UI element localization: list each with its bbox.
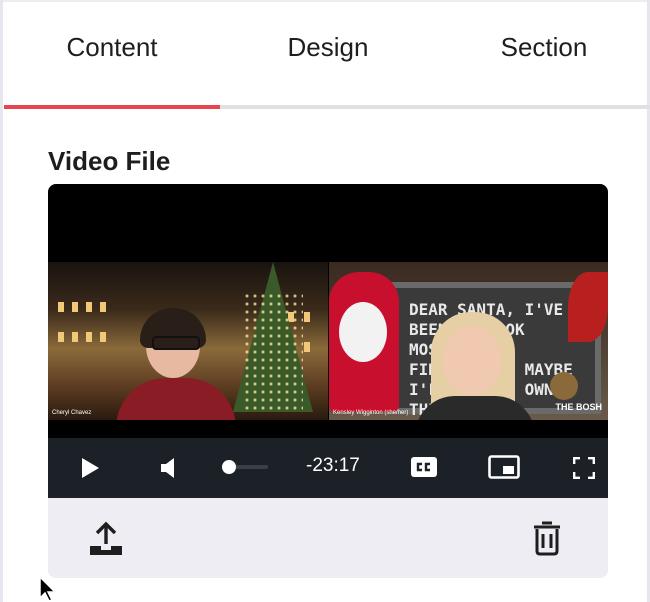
picture-in-picture-button[interactable] bbox=[488, 455, 520, 479]
video-watermark: THE BOSH bbox=[555, 402, 602, 412]
mouse-cursor-icon bbox=[39, 576, 57, 602]
closed-captions-icon bbox=[411, 457, 437, 477]
upload-icon bbox=[90, 521, 122, 555]
video-file-label: Video File bbox=[48, 146, 171, 176]
video-actions-bar bbox=[48, 498, 608, 578]
upload-button[interactable] bbox=[88, 520, 124, 558]
participant-name-right: Kensley Wigginton (she/her) bbox=[333, 410, 409, 416]
video-participant-left: Cheryl Chavez bbox=[48, 262, 328, 420]
fullscreen-button[interactable] bbox=[572, 456, 596, 480]
fullscreen-icon bbox=[573, 457, 595, 479]
tab-active-indicator bbox=[4, 105, 220, 109]
trash-icon bbox=[534, 521, 560, 556]
tab-content[interactable]: Content bbox=[4, 0, 220, 106]
video-player: Cheryl Chavez DEAR SANTA, I'VE BEEN GOOD… bbox=[48, 184, 608, 578]
mute-button[interactable] bbox=[156, 456, 180, 480]
time-remaining: -23:17 bbox=[306, 455, 360, 476]
tab-section[interactable]: Section bbox=[436, 0, 650, 106]
video-frame[interactable]: Cheryl Chavez DEAR SANTA, I'VE BEEN GOOD… bbox=[48, 184, 608, 438]
volume-slider[interactable] bbox=[222, 460, 268, 474]
tab-design[interactable]: Design bbox=[220, 0, 436, 106]
picture-in-picture-icon bbox=[488, 455, 520, 479]
video-participant-right: DEAR SANTA, I'VE BEEN GOOD OK MOSTLY. OK… bbox=[329, 262, 608, 420]
volume-muted-icon bbox=[161, 458, 174, 478]
captions-button[interactable] bbox=[410, 455, 438, 479]
player-controls: -23:17 bbox=[48, 438, 608, 498]
play-icon bbox=[82, 458, 99, 478]
delete-button[interactable] bbox=[532, 520, 562, 556]
participant-name-left: Cheryl Chavez bbox=[52, 410, 92, 416]
tab-bar: Content Design Section bbox=[4, 0, 650, 110]
window-left-border bbox=[0, 0, 3, 602]
play-button[interactable] bbox=[78, 456, 102, 480]
volume-handle[interactable] bbox=[222, 460, 236, 474]
